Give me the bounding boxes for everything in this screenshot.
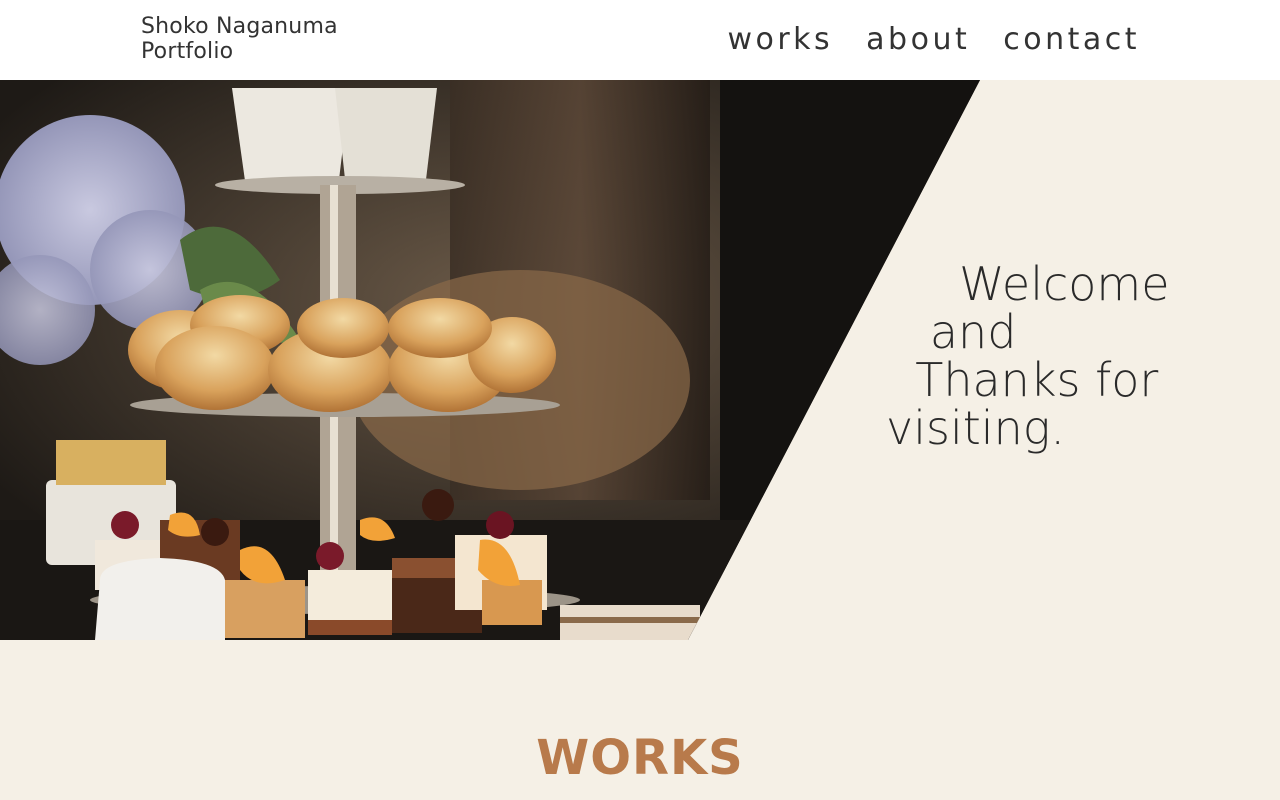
nav-link-works[interactable]: works (727, 20, 833, 60)
logo-name: Shoko Naganuma (141, 14, 338, 39)
main-nav: works about contact (727, 20, 1140, 60)
nav-link-contact[interactable]: contact (1003, 20, 1140, 60)
site-header: Shoko Naganuma Portfolio works about con… (0, 0, 1280, 80)
nav-link-about[interactable]: about (866, 20, 970, 60)
site-logo[interactable]: Shoko Naganuma Portfolio (141, 14, 338, 64)
works-section-title: WORKS (536, 730, 744, 786)
logo-subtitle: Portfolio (141, 39, 234, 64)
welcome-message: Welcome and Thanks for visiting. (886, 257, 1170, 455)
hero-section: Welcome and Thanks for visiting. (0, 80, 1280, 640)
